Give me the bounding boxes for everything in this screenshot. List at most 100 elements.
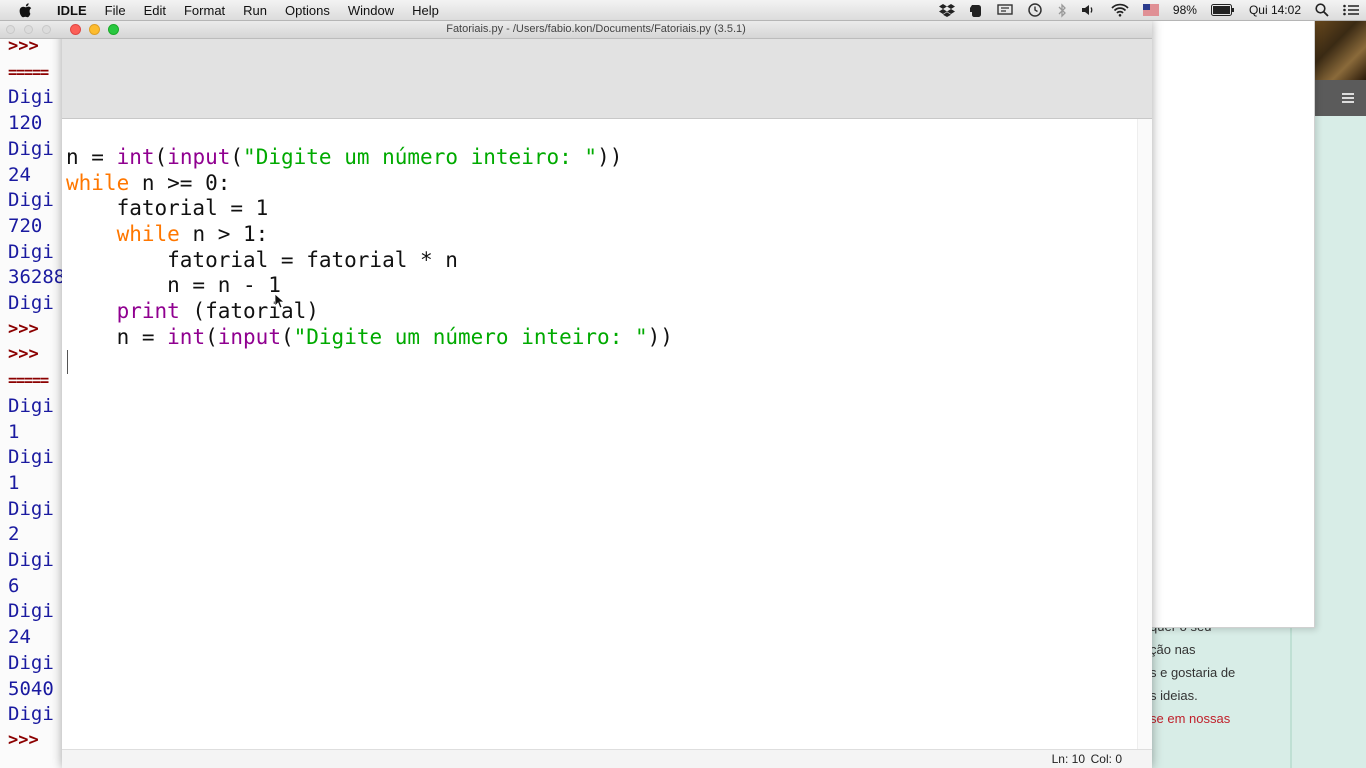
code-editor[interactable]: n = int(input("Digite um número inteiro:… [66, 145, 1136, 351]
menu-file[interactable]: File [96, 3, 135, 18]
python-shell-window[interactable]: >>> ===== Digi 120 Digi 24 Digi 720 Digi 36288 Dig… [0, 20, 70, 768]
code-builtin: print [116, 299, 180, 324]
code-string: "Digite um número inteiro: " [293, 324, 648, 349]
background-text-line: s e gostaria de [1150, 665, 1236, 680]
shell-output-line: Digi [8, 86, 54, 109]
menu-window[interactable]: Window [339, 3, 403, 18]
zoom-window-button[interactable] [108, 24, 119, 35]
evernote-icon[interactable] [969, 3, 983, 17]
background-divider [1290, 627, 1292, 768]
code-builtin: int [167, 324, 206, 349]
code-text: (fatorial) [179, 299, 319, 324]
shell-output-line: 5040 [8, 677, 54, 700]
code-text: ( [154, 145, 168, 169]
code-text: ( [280, 324, 294, 349]
status-icons: 98% Qui 14:02 [932, 0, 1366, 20]
volume-icon[interactable] [1081, 3, 1097, 17]
background-text-line: s ideias. [1150, 688, 1198, 703]
shell-output-line: 24 [8, 163, 31, 186]
inactive-window-button [6, 25, 15, 34]
code-line[interactable]: fatorial = 1 [66, 196, 1136, 222]
code-builtin: int [116, 145, 155, 169]
shell-output-line: 1 [8, 420, 20, 443]
editor-title-bar[interactable]: Fatoriais.py - /Users/fabio.kon/Document… [0, 20, 1152, 39]
menu-run[interactable]: Run [234, 3, 276, 18]
hamburger-menu-icon[interactable] [1342, 93, 1354, 103]
idle-editor-window: Fatoriais.py - /Users/fabio.kon/Document… [0, 20, 1152, 768]
menu-format[interactable]: Format [175, 3, 234, 18]
code-line[interactable]: n = int(input("Digite um número inteiro:… [66, 145, 1136, 171]
background-window-panel [1152, 20, 1315, 628]
code-text: n = [66, 324, 168, 349]
cursor-col-status: Col: 0 [1090, 752, 1122, 766]
remote-desktop-icon[interactable] [997, 3, 1013, 17]
code-text: ( [230, 145, 244, 169]
battery-icon[interactable] [1210, 4, 1235, 16]
code-text: n = n - 1 [66, 273, 281, 298]
code-line[interactable]: while n >= 0: [66, 171, 1136, 197]
shell-output-line: Digi [8, 394, 54, 417]
shell-output-line: Digi [8, 600, 54, 623]
spotlight-search-icon[interactable] [1315, 3, 1329, 17]
code-line[interactable]: n = n - 1 [66, 273, 1136, 299]
wifi-icon[interactable] [1111, 3, 1129, 17]
code-builtin: input [167, 145, 231, 169]
shell-output-line: 24 [8, 626, 31, 649]
minimize-window-button[interactable] [89, 24, 100, 35]
background-text-line: ção nas [1150, 642, 1196, 657]
menu-help[interactable]: Help [403, 3, 448, 18]
shell-prompt: >>> [8, 729, 39, 750]
shell-output-line: Digi [8, 189, 54, 212]
background-link-text[interactable]: se em nossas [1150, 707, 1290, 730]
code-text: fatorial = fatorial * n [66, 247, 458, 272]
shell-output-line: 1 [8, 471, 20, 494]
shell-output-line: 120 [8, 112, 43, 135]
shell-output-line: Digi [8, 240, 54, 263]
background-nav-bar [1313, 80, 1366, 116]
shell-output-line: 720 [8, 214, 43, 237]
code-keyword: while [66, 170, 130, 195]
shell-output-line: Digi [8, 549, 54, 571]
window-title: Fatoriais.py - /Users/fabio.kon/Document… [446, 23, 746, 35]
notification-center-icon[interactable] [1343, 4, 1359, 16]
dropbox-icon[interactable] [938, 3, 955, 17]
us-flag-icon[interactable] [1142, 4, 1159, 16]
close-window-button[interactable] [70, 24, 81, 35]
shell-prompt: >>> [8, 344, 39, 365]
shell-output-line: Digi [8, 651, 54, 674]
clock[interactable]: Qui 14:02 [1249, 3, 1301, 17]
shell-output-line: Digi [8, 703, 54, 726]
shell-output-line: 2 [8, 523, 20, 546]
menu-edit[interactable]: Edit [135, 3, 175, 18]
editor-toolbar-area [62, 39, 1152, 119]
code-line[interactable]: while n > 1: [66, 222, 1136, 248]
menu-options[interactable]: Options [276, 3, 339, 18]
time-machine-icon[interactable] [1027, 2, 1043, 18]
code-builtin: input [217, 324, 281, 349]
bluetooth-icon[interactable] [1057, 2, 1067, 18]
code-line[interactable]: print (fatorial) [66, 299, 1136, 325]
code-text: )) [647, 324, 673, 349]
shell-prompt: >>> [8, 318, 39, 339]
shell-output-line: Digi [8, 137, 54, 160]
battery-percent[interactable]: 98% [1173, 3, 1197, 17]
code-keyword: while [116, 222, 180, 247]
code-line[interactable]: n = int(input("Digite um número inteiro:… [66, 325, 1136, 351]
vertical-scrollbar[interactable] [1137, 119, 1152, 751]
inactive-window-button [24, 25, 33, 34]
inactive-window-button [42, 25, 51, 34]
shell-output-line: Digi [8, 446, 54, 469]
code-line[interactable]: fatorial = fatorial * n [66, 248, 1136, 274]
code-text: fatorial = 1 [66, 196, 269, 221]
menu-app-name[interactable]: IDLE [48, 3, 96, 18]
apple-icon[interactable] [18, 2, 32, 17]
shell-restart-separator: ===== [8, 371, 49, 390]
editor-status-bar: Ln: 10 Col: 0 [62, 749, 1152, 768]
code-text: )) [597, 145, 623, 169]
code-text: n >= 0: [129, 170, 231, 195]
text-cursor [67, 350, 68, 374]
cursor-line-status: Ln: 10 [1051, 752, 1085, 766]
shell-restart-separator: ===== [8, 62, 49, 81]
background-image-thumbnail [1313, 20, 1366, 80]
